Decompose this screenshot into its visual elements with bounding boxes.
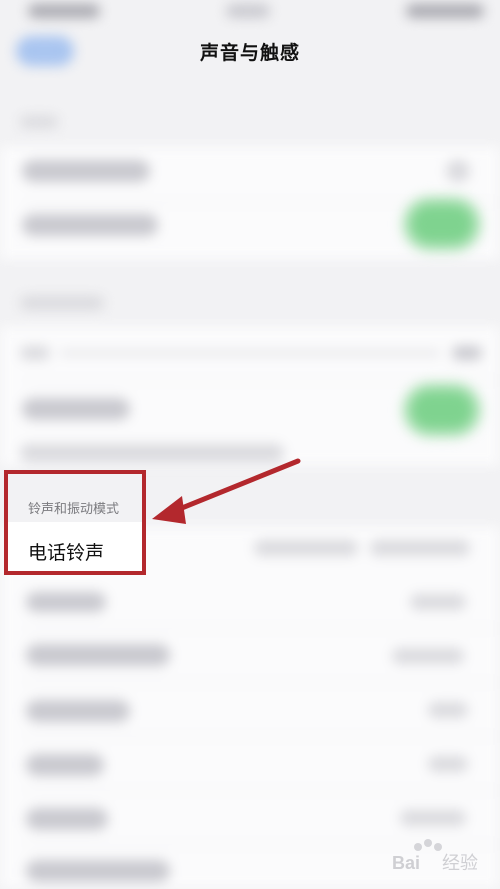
status-bar [0,0,500,26]
section-header-label: 铃声和振动模式 [28,502,120,517]
baidu-watermark: Bai 经验 [390,835,490,877]
annotation-highlight-box: 铃声和振动模式 电话铃声 [4,470,146,575]
phone-ringtone-item[interactable]: 电话铃声 [28,538,104,565]
page-title: 声音与触感 [199,42,300,64]
toggle-switch[interactable] [410,390,474,430]
section-header-ringtone-vibration: 铃声和振动模式 [8,474,142,522]
baidu-paw-logo-icon: Bai 经验 [392,839,478,874]
svg-text:经验: 经验 [442,853,478,874]
svg-text:Bai: Bai [392,853,420,873]
toggle-switch[interactable] [410,204,474,244]
